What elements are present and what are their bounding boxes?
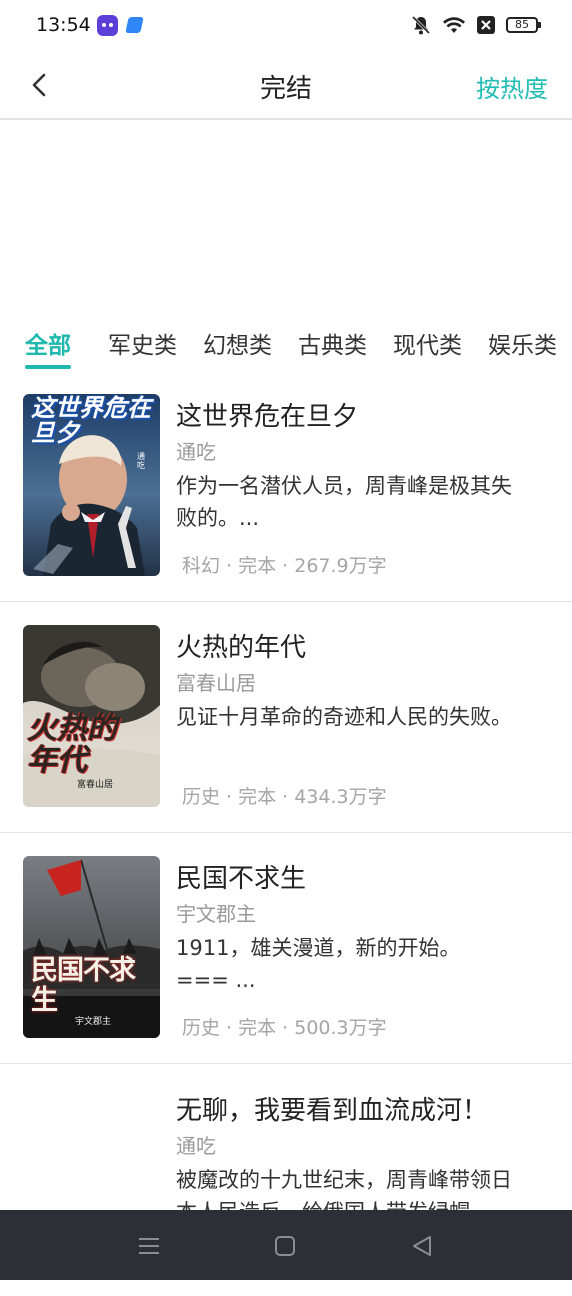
book-author: 宇文郡主 [176,902,256,926]
cover-author-art: 通吃 [137,452,145,470]
wifi-icon [442,15,466,35]
banner-area [0,120,572,320]
book-item[interactable]: 火热的年代 富春山居 火热的年代 富春山居 见证十月革命的奇迹和人民的失败。 历… [0,601,572,833]
close-box-icon [476,15,496,35]
app-icon-purple [97,15,118,36]
tab-military-history[interactable]: 军史类 [108,326,177,360]
cover-author-art: 宇文郡主 [75,1017,112,1027]
book-description: 作为一名潜伏人员，周青峰是极其失 败的。... [176,474,512,530]
book-cover: 这世界危在旦夕 通吃 [23,394,160,576]
cover-title-art: 民国不求生 [31,955,136,1016]
tab-entertainment[interactable]: 娱乐类 [488,326,557,360]
book-cover: 火热的年代 富春山居 [23,625,160,807]
system-nav-bar [0,1210,572,1280]
book-title: 火热的年代 [176,633,307,663]
tab-fantasy[interactable]: 幻想类 [203,326,272,360]
battery-icon: 85 [506,17,541,33]
book-author: 富春山居 [176,671,256,695]
book-meta: 科幻 · 完本 · 267.9万字 [182,555,387,577]
status-bar: 13:54 85 [0,0,572,52]
book-description: 见证十月革命的奇迹和人民的失败。 [176,705,512,729]
cover-author-art: 富春山居 [77,780,114,790]
menu-icon[interactable] [137,1234,161,1258]
book-meta: 历史 · 完本 · 434.3万字 [182,786,387,808]
category-tabs: 全部 军史类 幻想类 古典类 现代类 娱乐类 [0,322,572,372]
book-meta: 历史 · 完本 · 500.3万字 [182,1017,387,1039]
book-author: 通吃 [176,1134,216,1158]
book-item[interactable]: 这世界危在旦夕 通吃 这世界危在旦夕 通吃 作为一名潜伏人员，周青峰是极其失 败… [0,370,572,602]
book-author: 通吃 [176,440,216,464]
cover-title-art: 火热的年代 [27,711,117,778]
tab-classical[interactable]: 古典类 [298,326,367,360]
tab-modern[interactable]: 现代类 [393,326,462,360]
cover-title-art: 这世界危在旦夕 [31,394,151,447]
status-time: 13:54 [36,14,91,36]
home-icon[interactable] [273,1234,297,1258]
book-description: 1911，雄关漫道，新的开始。 === ... [176,936,461,992]
book-title: 这世界危在旦夕 [176,402,359,432]
book-cover: 民国不求生 宇文郡主 [23,856,160,1038]
book-title: 民国不求生 [176,864,307,894]
sort-by-popularity-button[interactable]: 按热度 [476,69,548,104]
back-triangle-icon[interactable] [410,1234,434,1258]
app-icon-blue [125,17,144,33]
tab-all[interactable]: 全部 [25,326,71,360]
book-item[interactable]: 民国不求生 宇文郡主 民国不求生 宇文郡主 1911，雄关漫道，新的开始。 ==… [0,832,572,1064]
mute-bell-icon [410,14,432,36]
tab-indicator [25,365,71,369]
book-title: 无聊，我要看到血流成河！ [176,1096,489,1126]
top-app-bar: 完结 按热度 [0,52,572,120]
